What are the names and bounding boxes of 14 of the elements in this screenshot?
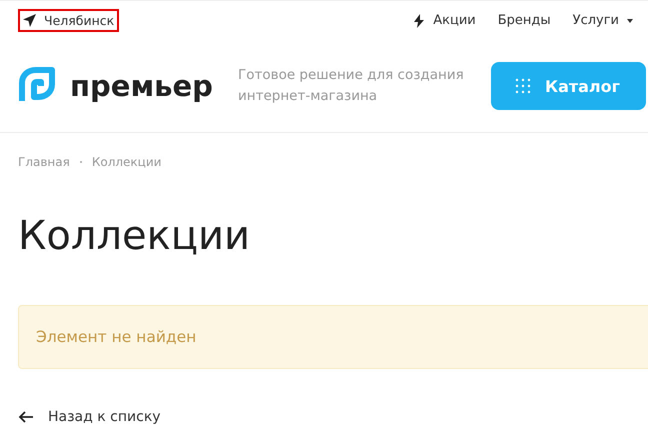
tagline: Готовое решение для создания интернет-магазина bbox=[238, 66, 465, 106]
back-link[interactable]: Назад к списку bbox=[18, 409, 161, 425]
nav-link[interactable]: Бренды bbox=[498, 13, 551, 28]
lightning-icon bbox=[413, 14, 426, 28]
city-link[interactable]: Челябинск bbox=[18, 9, 120, 32]
nav-link[interactable]: Акции bbox=[413, 13, 476, 28]
alert-text: Элемент не найден bbox=[36, 328, 196, 346]
grid-icon bbox=[514, 78, 531, 94]
caret-icon bbox=[627, 18, 633, 22]
page-title: Коллекции bbox=[18, 213, 251, 259]
left-arrow-icon bbox=[18, 411, 34, 423]
nav-link[interactable]: Услуги bbox=[572, 13, 633, 28]
navigation-arrow-icon bbox=[23, 14, 36, 27]
logo-text: премьер bbox=[70, 69, 213, 103]
